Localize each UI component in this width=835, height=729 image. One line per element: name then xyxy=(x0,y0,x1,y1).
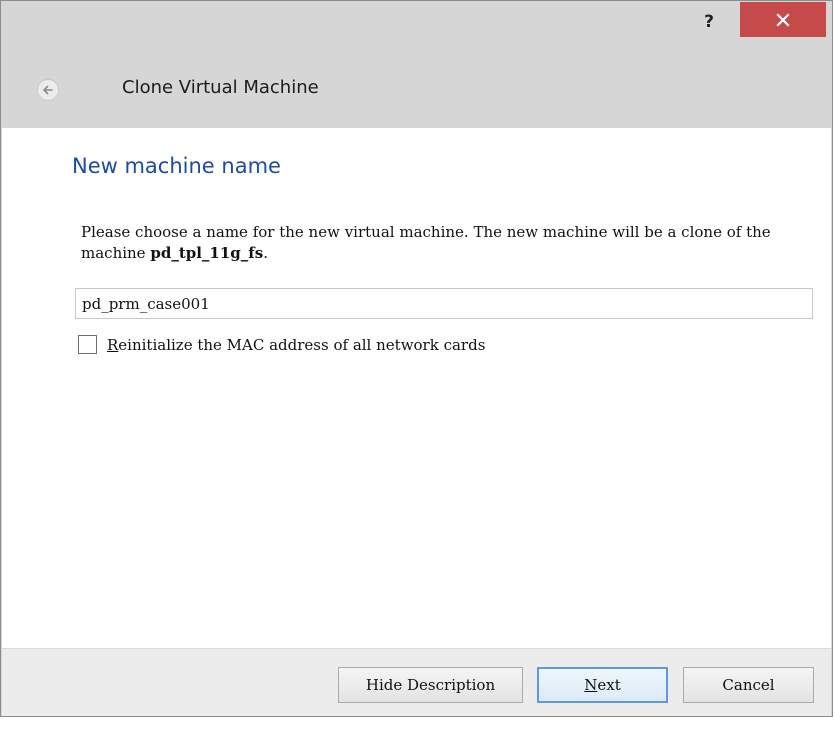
clone-vm-dialog: ? Clone Virtual Machine New machine name… xyxy=(0,0,833,717)
hide-description-button[interactable]: Hide Description xyxy=(338,667,523,703)
help-button[interactable]: ? xyxy=(691,7,727,37)
description-end: . xyxy=(263,244,268,262)
page-title: New machine name xyxy=(72,154,281,178)
reinitialize-mac-option[interactable]: Reinitialize the MAC address of all netw… xyxy=(78,335,485,354)
machine-name-input[interactable] xyxy=(75,288,813,319)
next-button[interactable]: Next xyxy=(537,667,668,703)
dialog-title: Clone Virtual Machine xyxy=(122,77,319,98)
cancel-button[interactable]: Cancel xyxy=(683,667,814,703)
help-label: ? xyxy=(704,12,714,32)
wizard-page: New machine name Please choose a name fo… xyxy=(2,128,831,648)
close-button[interactable] xyxy=(740,2,826,37)
reinitialize-mac-checkbox[interactable] xyxy=(78,335,97,354)
cancel-label: Cancel xyxy=(722,676,775,694)
hide-description-label: Hide Description xyxy=(365,676,496,694)
label-text: einitialize the MAC address of all netwo… xyxy=(118,335,486,354)
back-button[interactable] xyxy=(37,79,59,101)
button-bar: Hide Description Next Cancel xyxy=(2,648,831,716)
page-description: Please choose a name for the new virtual… xyxy=(81,222,801,264)
wizard-header: Clone Virtual Machine xyxy=(1,45,832,128)
mnemonic-r: R xyxy=(107,335,119,354)
back-arrow-icon xyxy=(43,85,53,95)
mnemonic-n: N xyxy=(584,676,598,694)
close-icon xyxy=(776,12,790,27)
title-bar: ? xyxy=(1,1,832,45)
next-label: ext xyxy=(597,676,621,694)
reinitialize-mac-label[interactable]: Reinitialize the MAC address of all netw… xyxy=(107,336,485,354)
source-machine-name: pd_tpl_11g_fs xyxy=(150,244,264,262)
